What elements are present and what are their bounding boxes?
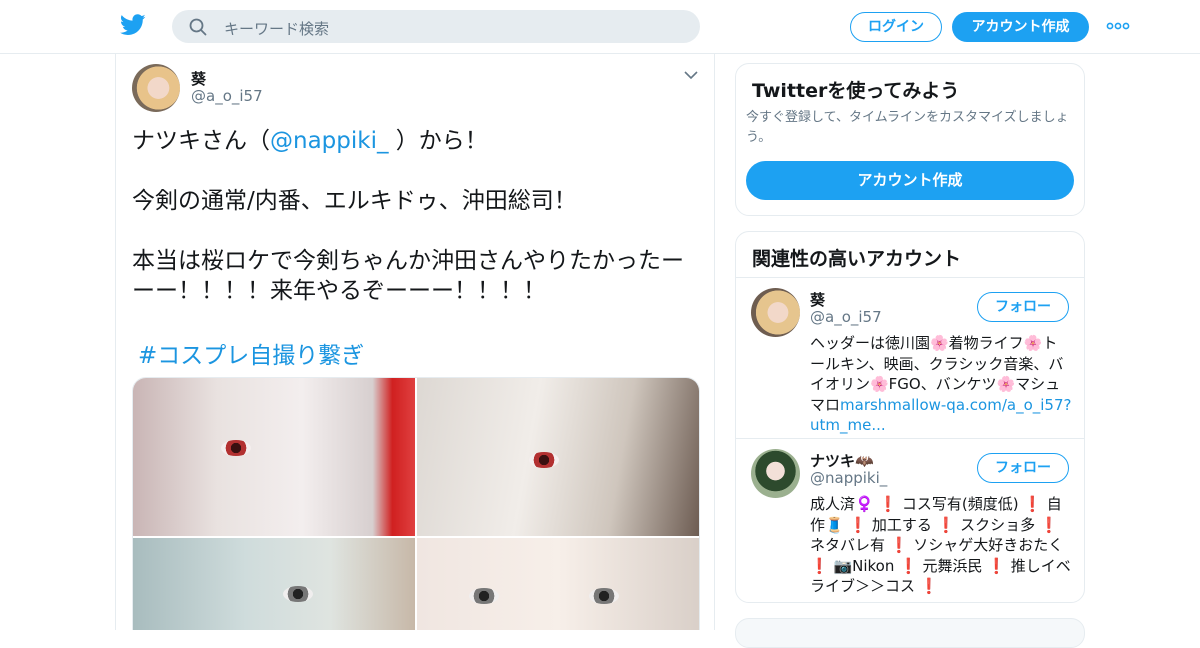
more-dots-icon[interactable] (1106, 18, 1130, 34)
tweet-author-handle[interactable]: @a_o_i57 (191, 87, 263, 105)
search-icon (189, 18, 207, 36)
photo-detail (283, 586, 313, 602)
tweet-photo[interactable] (417, 378, 699, 536)
follow-button[interactable]: フォロー (977, 292, 1069, 322)
signup-card: Twitterを使ってみよう 今すぐ登録して、タイムラインをカスタマイズしましょ… (735, 63, 1085, 216)
signup-card-title: Twitterを使ってみよう (752, 80, 960, 102)
account-handle[interactable]: @a_o_i57 (810, 308, 882, 326)
signup-button[interactable]: アカウント作成 (952, 12, 1089, 42)
account-bio: ヘッダーは徳川園🌸着物ライフ🌸トールキン、映画、クラシック音楽、バイオリン🌸FG… (810, 333, 1072, 436)
signup-card-button[interactable]: アカウント作成 (746, 161, 1074, 200)
tweet-photo[interactable] (133, 538, 415, 630)
twitter-bird-icon[interactable] (120, 14, 146, 36)
hashtag-link[interactable]: #コスプレ自撮り繋ぎ (138, 336, 364, 370)
tweet-media-grid (132, 377, 700, 630)
account-name[interactable]: 葵 (810, 289, 825, 310)
tweet-text-intro-end: ）から！ (388, 128, 488, 154)
account-name[interactable]: ナツキ🦇 (810, 450, 874, 471)
avatar[interactable] (751, 288, 800, 337)
search-bar[interactable]: キーワード検索 (172, 10, 700, 43)
next-card (735, 618, 1085, 648)
tweet-text-line3: 本当は桜ロケで今剣ちゃんか沖田さんやりたかったーーー！！！！来年やるぞーーー！！… (132, 248, 684, 304)
follow-button[interactable]: フォロー (977, 453, 1069, 483)
list-item[interactable]: ナツキ🦇 @nappiki_ フォロー 成人済♀️ ❗️ コス写有(頻度低) ❗… (736, 439, 1084, 602)
tweet-author-name[interactable]: 葵 (191, 68, 206, 89)
photo-detail (589, 588, 619, 604)
signup-card-description: 今すぐ登録して、タイムラインをカスタマイズしましょう。 (746, 110, 1069, 145)
avatar[interactable] (132, 64, 180, 112)
photo-detail (529, 452, 559, 468)
related-accounts-card: 関連性の高いアカウント 葵 @a_o_i57 フォロー ヘッダーは徳川園🌸着物ラ… (735, 231, 1085, 603)
tweet-photo[interactable] (133, 378, 415, 536)
account-handle[interactable]: @nappiki_ (810, 469, 887, 487)
mention-link[interactable]: @nappiki_ (270, 128, 388, 154)
tweet-text: ナツキさん（@nappiki_ ）から！ 今剣の通常/内番、エルキドゥ、沖田総司… (132, 126, 704, 306)
list-item[interactable]: 葵 @a_o_i57 フォロー ヘッダーは徳川園🌸着物ライフ🌸トールキン、映画、… (736, 278, 1084, 438)
photo-detail (221, 440, 251, 456)
tweet-text-line2: 今剣の通常/内番、エルキドゥ、沖田総司！ (132, 188, 577, 214)
tweet-panel: 葵 @a_o_i57 ナツキさん（@nappiki_ ）から！ 今剣の通常/内番… (115, 54, 715, 630)
related-accounts-title: 関連性の高いアカウント (752, 248, 962, 270)
login-button[interactable]: ログイン (850, 12, 942, 42)
avatar[interactable] (751, 449, 800, 498)
search-input[interactable]: キーワード検索 (224, 18, 329, 39)
top-bar: キーワード検索 ログイン アカウント作成 (0, 0, 1200, 54)
tweet-photo[interactable] (417, 538, 699, 630)
tweet-text-intro: ナツキさん（ (132, 128, 270, 154)
photo-detail (469, 588, 499, 604)
account-bio: 成人済♀️ ❗️ コス写有(頻度低) ❗️ 自作🧵 ❗️ 加工する ❗️ スクシ… (810, 495, 1071, 595)
bio-link[interactable]: marshmallow-qa.com/a_o_i57?utm_me... (810, 396, 1071, 435)
chevron-down-icon[interactable] (684, 70, 698, 80)
